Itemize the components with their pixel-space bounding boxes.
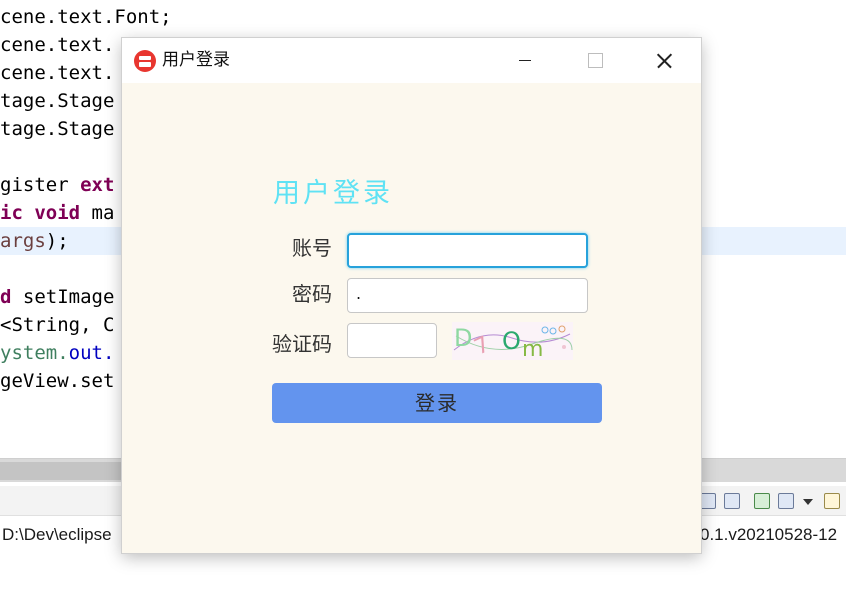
code-token: tage.Stage <box>0 90 115 112</box>
code-token: cene.text. <box>0 62 115 84</box>
captcha-image[interactable]: D 7 O m <box>452 322 573 360</box>
code-line: cene.text.Font; <box>0 3 172 31</box>
code-line: tage.Stage <box>0 115 114 143</box>
code-line: d setImage <box>0 283 114 311</box>
login-button[interactable]: 登录 <box>272 383 602 423</box>
code-token: ic void <box>0 202 81 224</box>
captcha-char-2: 7 <box>471 332 494 360</box>
scrollbar-thumb[interactable] <box>0 462 124 480</box>
code-line: tage.Stage <box>0 87 114 115</box>
close-icon[interactable] <box>642 38 688 83</box>
open-console-icon[interactable] <box>754 493 770 509</box>
code-line: gister ext <box>0 171 114 199</box>
password-label: 密码 <box>292 282 332 306</box>
code-token: out. <box>68 342 115 364</box>
console-path-right: 0.1.v20210528-12 <box>700 525 838 544</box>
code-line: geView.set <box>0 367 114 395</box>
code-token: geView.set <box>0 370 115 392</box>
code-line: <String, C <box>0 311 114 339</box>
code-token: ext <box>80 174 115 196</box>
password-input[interactable]: . <box>347 278 588 313</box>
monitor-icon[interactable] <box>778 493 794 509</box>
app-logo-icon <box>134 50 156 72</box>
console-path-left: D:\Dev\eclipse <box>2 525 112 544</box>
maximize-icon[interactable] <box>571 38 617 83</box>
minimize-icon[interactable] <box>502 38 548 83</box>
login-window: 用户登录 用户登录 账号 密码 . 验证码 D 7 O m 登录 <box>122 38 701 553</box>
captcha-label: 验证码 <box>272 332 332 356</box>
code-token: setImage <box>11 286 115 308</box>
captcha-input[interactable] <box>347 323 437 358</box>
window-title: 用户登录 <box>162 50 230 70</box>
code-token: cene.text.Font; <box>0 6 172 28</box>
account-input[interactable] <box>347 233 588 268</box>
form-heading: 用户登录 <box>273 178 393 209</box>
code-line: cene.text. <box>0 59 114 87</box>
code-token: <String, C <box>0 314 115 336</box>
account-label: 账号 <box>292 236 332 260</box>
code-token: ); <box>45 230 69 252</box>
code-token: ma <box>80 202 115 224</box>
code-token: tage.Stage <box>0 118 115 140</box>
new-console-icon[interactable] <box>824 493 840 509</box>
code-token: ystem. <box>0 342 69 364</box>
code-line: ystem.out. <box>0 339 114 367</box>
chevron-down-icon[interactable] <box>803 499 813 505</box>
window-titlebar[interactable]: 用户登录 <box>122 38 701 83</box>
captcha-char-4: m <box>522 337 543 360</box>
code-token: d <box>0 286 12 308</box>
code-token: gister <box>0 174 81 196</box>
code-line: ic void ma <box>0 199 114 227</box>
code-line: cene.text. <box>0 31 114 59</box>
pin-console-icon[interactable] <box>700 493 716 509</box>
captcha-graphic: D 7 O m <box>453 324 573 360</box>
captcha-char-3: O <box>502 327 521 355</box>
code-token: args <box>0 230 46 252</box>
display-console-icon[interactable] <box>724 493 740 509</box>
code-token: cene.text. <box>0 34 115 56</box>
